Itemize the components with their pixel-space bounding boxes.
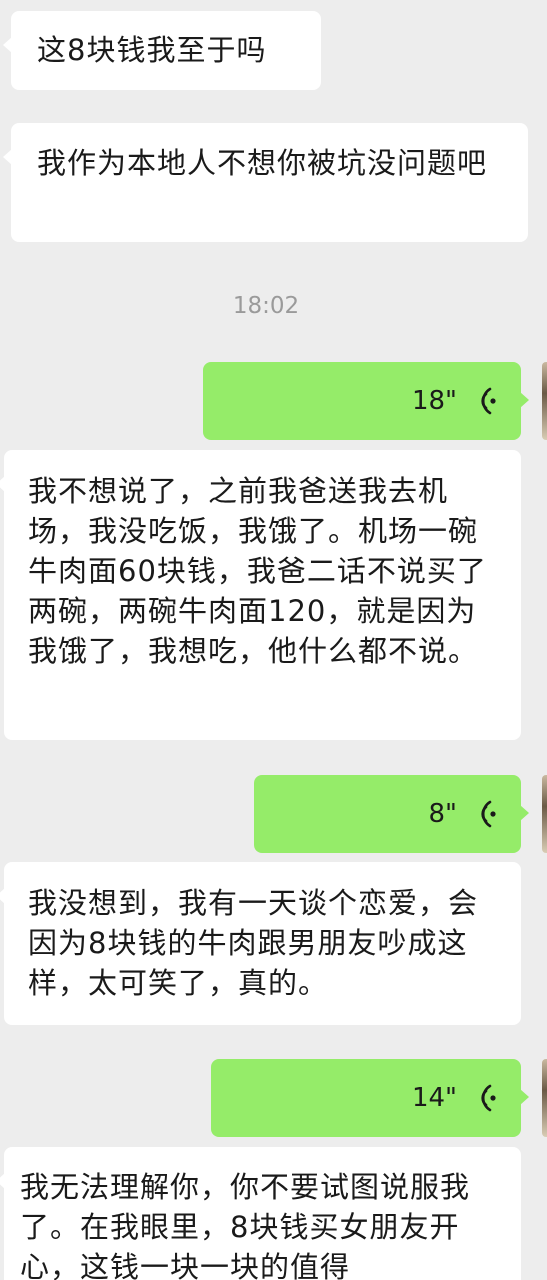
message-bubble-incoming[interactable]: 我没想到，我有一天谈个恋爱，会因为8块钱的牛肉跟男朋友吵成这样，太可笑了，真的。 <box>0 862 521 1025</box>
avatar[interactable] <box>542 1059 547 1137</box>
voice-wave-icon <box>481 1084 496 1112</box>
message-text: 我不想说了，之前我爸送我去机场，我没吃饭，我饿了。机场一碗牛肉面60块钱，我爸二… <box>28 474 487 668</box>
voice-message-outgoing[interactable]: 14" <box>211 1059 529 1137</box>
message-text: 我无法理解你，你不要试图说服我了。在我眼里，8块钱买女朋友开心，这钱一块一块的值… <box>20 1170 471 1280</box>
avatar[interactable] <box>542 775 547 853</box>
avatar[interactable] <box>542 362 547 440</box>
voice-duration: 8" <box>428 799 457 829</box>
timestamp: 18:02 <box>232 293 300 319</box>
voice-duration: 18" <box>411 386 457 416</box>
voice-wave-icon <box>481 800 496 828</box>
message-text: 我没想到，我有一天谈个恋爱，会因为8块钱的牛肉跟男朋友吵成这样，太可笑了，真的。 <box>28 886 479 1000</box>
message-bubble-incoming[interactable]: 这8块钱我至于吗 <box>3 11 321 90</box>
voice-duration: 14" <box>411 1083 457 1113</box>
message-bubble-incoming[interactable]: 我不想说了，之前我爸送我去机场，我没吃饭，我饿了。机场一碗牛肉面60块钱，我爸二… <box>0 450 521 740</box>
voice-message-outgoing[interactable]: 8" <box>254 775 529 853</box>
message-bubble-incoming[interactable]: 我作为本地人不想你被坑没问题吧 <box>3 123 528 242</box>
message-text: 我作为本地人不想你被坑没问题吧 <box>37 146 488 180</box>
message-bubble-incoming[interactable]: 我无法理解你，你不要试图说服我了。在我眼里，8块钱买女朋友开心，这钱一块一块的值… <box>0 1147 521 1280</box>
voice-message-outgoing[interactable]: 18" <box>203 362 529 440</box>
voice-wave-icon <box>481 387 496 415</box>
chat-thread: 这8块钱我至于吗 我作为本地人不想你被坑没问题吧 18:02 18" 我不想说了… <box>0 0 547 1280</box>
message-text: 这8块钱我至于吗 <box>37 33 267 67</box>
